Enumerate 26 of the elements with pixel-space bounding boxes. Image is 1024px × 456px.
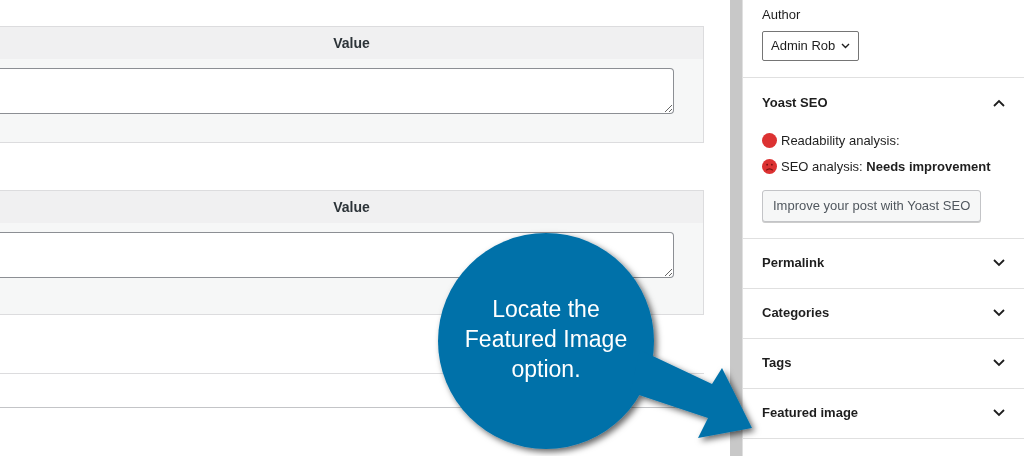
callout-text: Locate the Featured Image option. [463,295,629,384]
panel-title: Categories [762,304,830,323]
panel-title: Tags [762,354,792,373]
panel-header[interactable]: Permalink [743,238,1024,289]
column-header: Value [0,27,703,59]
chevron-down-icon [993,409,1005,417]
chevron-down-icon [993,359,1005,367]
panel-header[interactable]: Tags [743,338,1024,389]
chevron-up-icon [993,98,1005,107]
author-label: Author [762,6,802,24]
column-header: Value [0,191,703,223]
sad-face-icon [762,159,777,174]
chevron-down-icon [993,259,1005,267]
panel-title: Featured image [762,404,859,423]
panel-title: Permalink [762,254,825,273]
panel-header[interactable]: Categories [743,288,1024,339]
improve-button[interactable]: Improve your post with Yoast SEO [762,189,982,222]
chevron-down-icon [993,309,1005,317]
value-field[interactable] [0,68,674,114]
chevron-down-icon [841,42,851,49]
panel-header[interactable]: Yoast SEO [743,77,1024,128]
analysis-text: Readability analysis: [781,131,900,150]
scrollbar[interactable] [730,0,742,456]
analysis-text: SEO analysis: Needs improvement [781,157,991,176]
author-select[interactable]: Admin Rob [762,30,860,61]
panel-title: Yoast SEO [762,93,828,112]
